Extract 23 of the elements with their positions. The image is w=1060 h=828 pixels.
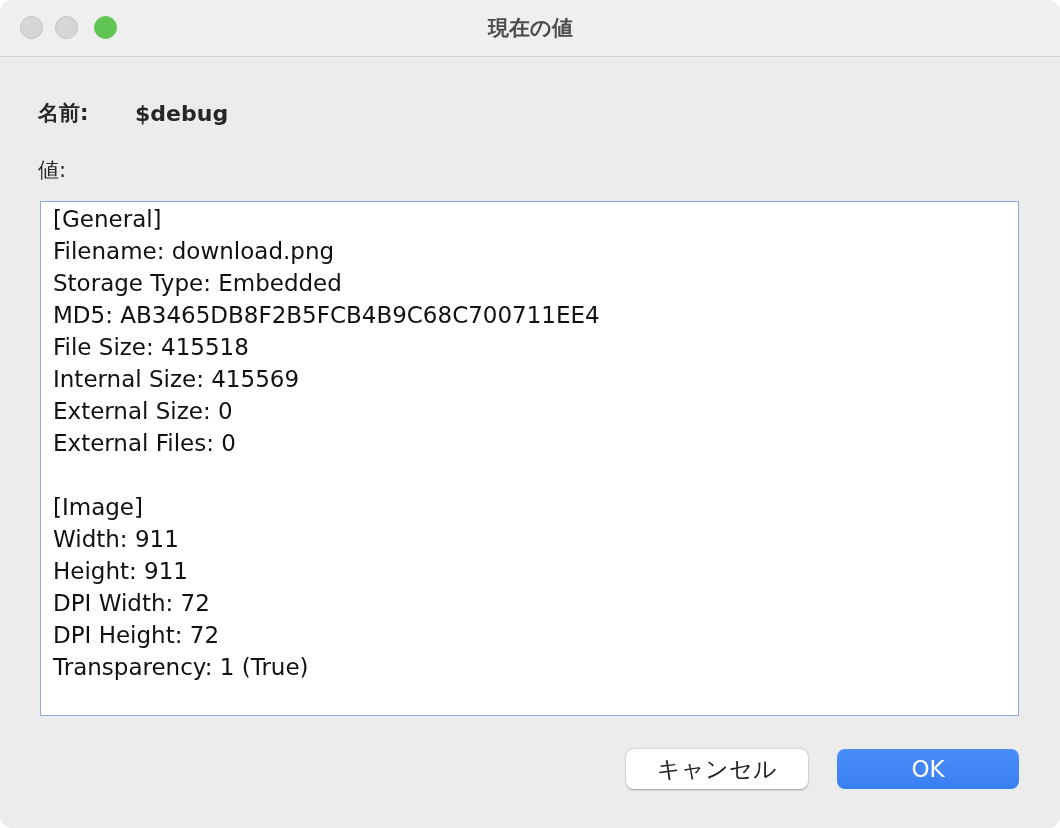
value-text-line: Storage Type: Embedded (53, 269, 342, 298)
cancel-button[interactable]: キャンセル (626, 749, 808, 789)
value-text-line: Internal Size: 415569 (53, 365, 300, 394)
window-title: 現在の値 (487, 15, 573, 42)
value-text-line: Height: 911 (53, 557, 188, 586)
value-text-line: DPI Height: 72 (53, 621, 220, 650)
value-text-line: [General] (53, 205, 162, 234)
close-button[interactable] (20, 16, 43, 39)
value-text-line: Filename: download.png (53, 237, 335, 266)
value-text-line: DPI Width: 72 (53, 589, 210, 618)
value-text-line: [Image] (53, 493, 143, 522)
value-text-field[interactable] (40, 201, 1019, 716)
name-label: 名前: (38, 100, 90, 127)
name-value: $debug (135, 100, 229, 126)
value-label: 値: (38, 157, 67, 184)
zoom-button[interactable] (94, 16, 117, 39)
value-text-line: Width: 911 (53, 525, 179, 554)
value-text-line: External Files: 0 (53, 429, 236, 458)
value-text-line: External Size: 0 (53, 397, 233, 426)
value-text-line: Transparency: 1 (True) (53, 653, 309, 682)
minimize-button[interactable] (55, 16, 78, 39)
value-text-line: MD5: AB3465DB8F2B5FCB4B9C68C700711EE4 (53, 301, 600, 330)
value-text-line: File Size: 415518 (53, 333, 249, 362)
